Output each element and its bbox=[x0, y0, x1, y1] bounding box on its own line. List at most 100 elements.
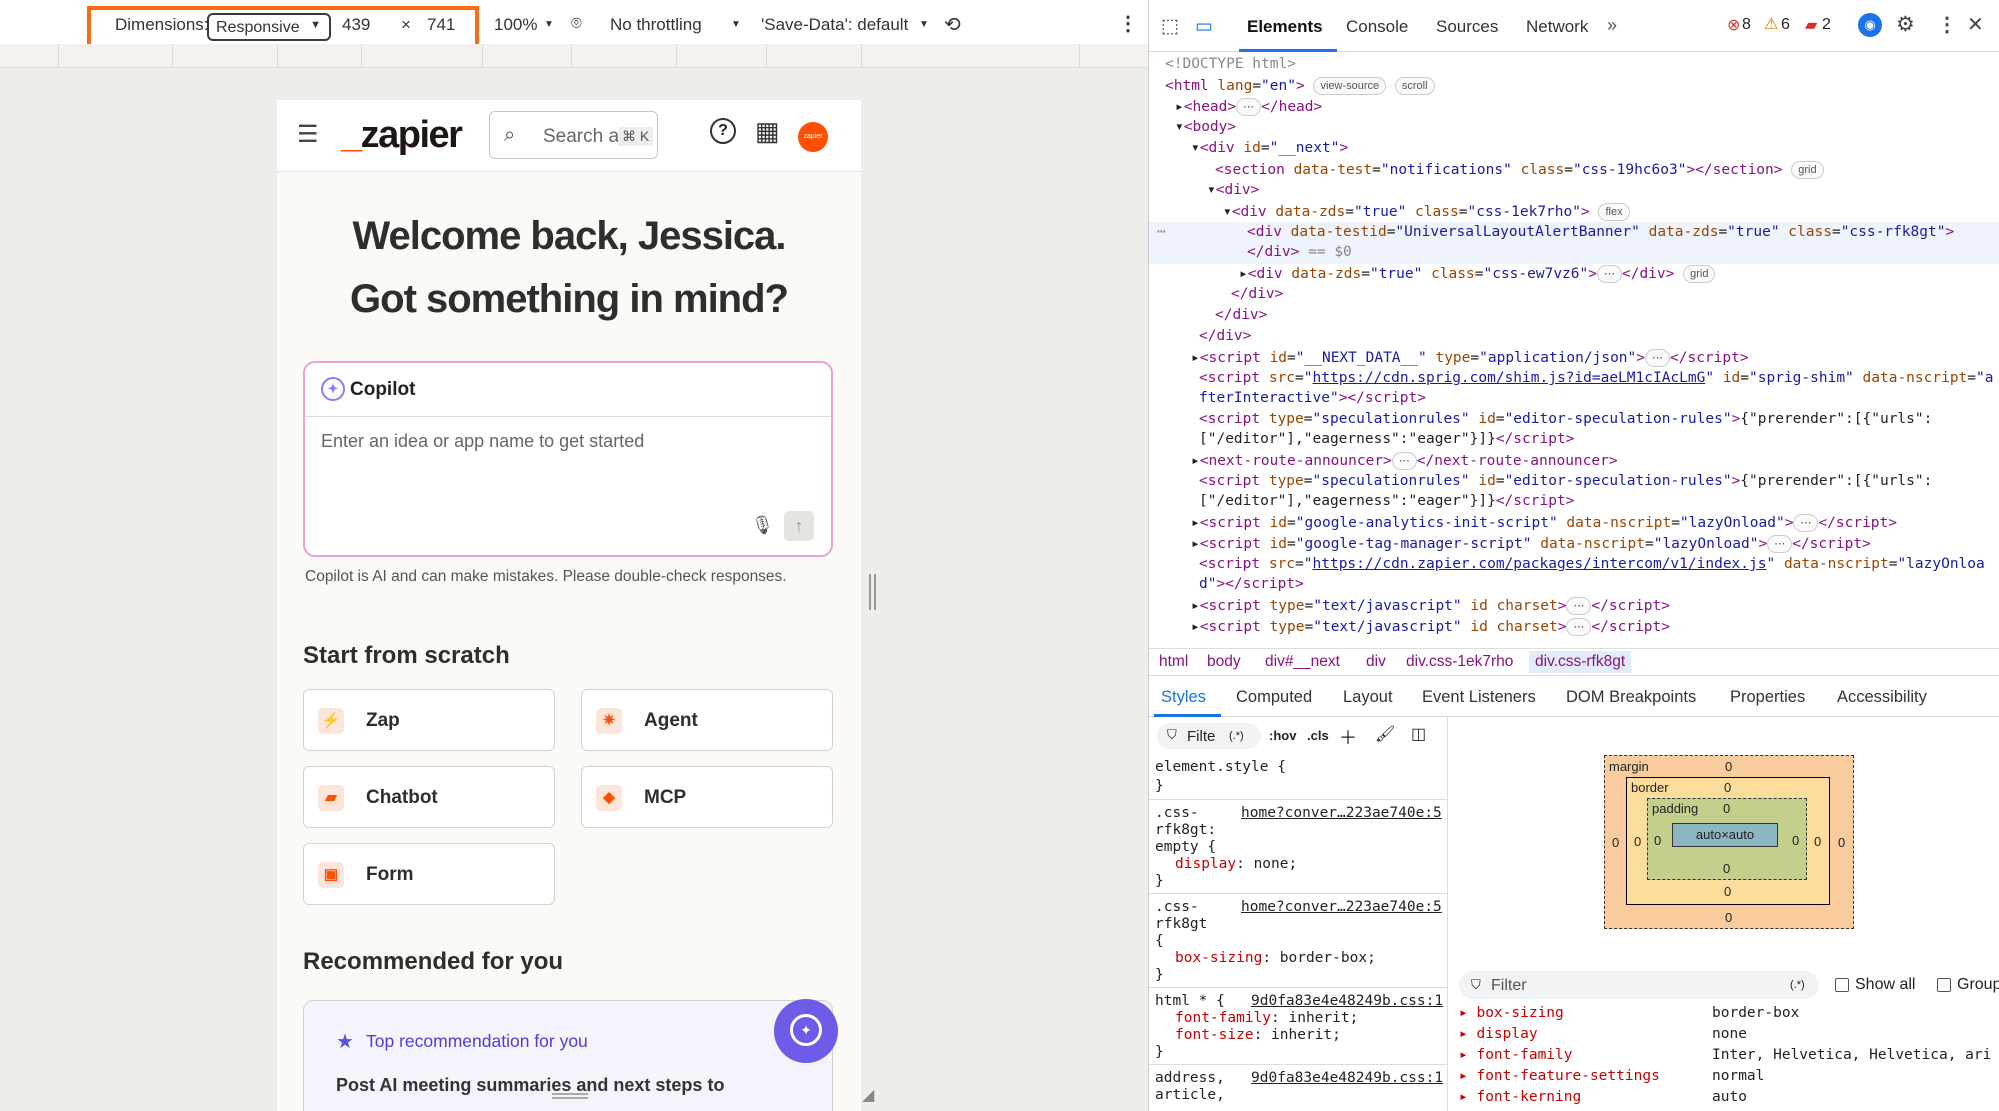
tab-elements[interactable]: Elements bbox=[1247, 17, 1323, 37]
warning-icon[interactable]: ⚠ bbox=[1764, 14, 1778, 34]
dom-line[interactable]: ▸<script type="text/javascript" id chars… bbox=[1191, 597, 1670, 615]
tab-accessibility[interactable]: Accessibility bbox=[1837, 688, 1927, 707]
avatar[interactable]: zapier bbox=[798, 122, 828, 152]
computed-prop-name[interactable]: ▸ display bbox=[1459, 1026, 1538, 1042]
paint-icon[interactable]: 🖌 bbox=[1375, 724, 1395, 744]
zapier-logo[interactable]: _zapier bbox=[341, 114, 463, 157]
issues-icon[interactable]: ▰ bbox=[1805, 15, 1817, 35]
tab-layout[interactable]: Layout bbox=[1343, 688, 1393, 707]
breadcrumb-item[interactable]: div bbox=[1366, 653, 1386, 671]
card-form[interactable]: ▣ Form bbox=[303, 843, 555, 905]
cls-toggle[interactable]: .cls bbox=[1307, 728, 1329, 743]
computed-prop-name[interactable]: ▸ font-family bbox=[1459, 1047, 1573, 1063]
tab-event-listeners[interactable]: Event Listeners bbox=[1422, 688, 1536, 707]
source-link[interactable]: 9d0fa83e4e48249b.css:1 bbox=[1251, 1070, 1443, 1086]
device-toolbar-icon[interactable]: ▭ bbox=[1195, 15, 1213, 38]
dom-line[interactable]: ▾<div data-zds="true" class="css-1ek7rho… bbox=[1223, 203, 1630, 221]
source-link[interactable]: home?conver…223ae740e:5 bbox=[1241, 899, 1442, 915]
computed-prop-name[interactable]: ▸ font-kerning bbox=[1459, 1089, 1581, 1105]
card-agent[interactable]: ✷ Agent bbox=[581, 689, 833, 751]
zoom-select[interactable]: 100% bbox=[494, 15, 537, 35]
tab-styles[interactable]: Styles bbox=[1161, 688, 1206, 707]
dom-line[interactable]: ▸<script id="google-analytics-init-scrip… bbox=[1191, 514, 1897, 532]
tab-computed[interactable]: Computed bbox=[1236, 688, 1312, 707]
breadcrumb-item[interactable]: body bbox=[1207, 653, 1241, 671]
computed-filter[interactable]: ⛉ Filter (.*) bbox=[1459, 971, 1819, 999]
dom-line[interactable]: ▾<div id="__next"> bbox=[1191, 140, 1348, 156]
capture-screenshot-icon[interactable]: ⌾ bbox=[571, 13, 582, 34]
extension-icon[interactable]: ◉ bbox=[1858, 13, 1882, 37]
dom-line[interactable]: d"></script> bbox=[1199, 576, 1304, 592]
tab-sources[interactable]: Sources bbox=[1436, 17, 1498, 37]
dom-line[interactable]: ▾<body> bbox=[1175, 119, 1236, 135]
dom-line[interactable]: ▸<script type="text/javascript" id chars… bbox=[1191, 618, 1670, 636]
close-icon[interactable]: ✕ bbox=[1967, 12, 1984, 37]
inspect-element-icon[interactable]: ⬚ bbox=[1161, 15, 1179, 38]
dom-line[interactable]: ["/editor"],"eagerness":"eager"}]}</scri… bbox=[1199, 493, 1574, 509]
chevron-down-icon[interactable]: ▼ bbox=[544, 19, 554, 30]
tab-properties[interactable]: Properties bbox=[1730, 688, 1805, 707]
dom-line[interactable]: <script type="speculationrules" id="edit… bbox=[1199, 473, 1932, 489]
dom-line[interactable]: <!DOCTYPE html> bbox=[1165, 56, 1296, 72]
throttling-select[interactable]: No throttling bbox=[610, 15, 702, 35]
dom-line[interactable]: ▸<head> ⋯ </head> bbox=[1175, 98, 1322, 116]
dom-line-selected[interactable]: </div> == $0 bbox=[1247, 244, 1352, 260]
breadcrumb-item[interactable]: div#__next bbox=[1265, 653, 1340, 671]
dom-line[interactable]: ▸<script id="google-tag-manager-script" … bbox=[1191, 535, 1871, 553]
search-box[interactable]: ⌕ Search ass ⌘ K bbox=[489, 111, 658, 159]
rotate-icon[interactable]: ⟲ bbox=[944, 12, 961, 37]
card-zap[interactable]: ⚡ Zap bbox=[303, 689, 555, 751]
dom-line[interactable]: </div> bbox=[1199, 328, 1251, 344]
resize-handle-right[interactable] bbox=[869, 574, 876, 610]
dom-line[interactable]: ▸<script id="__NEXT_DATA__" type="applic… bbox=[1191, 349, 1749, 367]
dom-line[interactable]: </div> bbox=[1231, 286, 1283, 302]
source-link[interactable]: 9d0fa83e4e48249b.css:1 bbox=[1251, 993, 1443, 1009]
send-arrow-icon[interactable]: ↑ bbox=[784, 511, 814, 541]
dom-line[interactable]: fterInteractive"></script> bbox=[1199, 390, 1426, 406]
dom-line[interactable]: <html lang="en"> view-source scroll bbox=[1165, 77, 1435, 95]
chevron-down-icon[interactable]: ▼ bbox=[919, 19, 929, 30]
apps-grid-icon[interactable]: ▦ bbox=[755, 116, 780, 147]
dom-line-selected[interactable]: <div data-testid="UniversalLayoutAlertBa… bbox=[1247, 224, 1954, 240]
error-icon[interactable]: ⊗ bbox=[1727, 15, 1740, 35]
hamburger-menu-icon[interactable]: ☰ bbox=[297, 120, 319, 149]
ellipsis-icon[interactable]: ⋯ bbox=[1157, 224, 1166, 240]
dom-line[interactable]: <script src="https://cdn.sprig.com/shim.… bbox=[1199, 370, 1994, 386]
styles-filter[interactable]: ⛉ Filte (.*) bbox=[1157, 723, 1261, 749]
tab-dom-breakpoints[interactable]: DOM Breakpoints bbox=[1566, 688, 1696, 707]
computed-prop-name[interactable]: ▸ font-feature-settings bbox=[1459, 1068, 1660, 1084]
copilot-input[interactable]: Enter an idea or app name to get started bbox=[321, 431, 644, 452]
hov-toggle[interactable]: :hov bbox=[1269, 728, 1296, 743]
more-tabs-icon[interactable]: » bbox=[1607, 15, 1617, 36]
tab-network[interactable]: Network bbox=[1526, 17, 1588, 37]
chevron-down-icon[interactable]: ▼ bbox=[731, 19, 741, 30]
breadcrumb-item[interactable]: html bbox=[1159, 653, 1188, 671]
add-rule-icon[interactable]: ＋ bbox=[1339, 724, 1357, 750]
dom-line[interactable]: ▾<div> bbox=[1207, 182, 1259, 198]
microphone-icon[interactable]: 🎙 bbox=[751, 515, 774, 536]
sidebar-toggle-icon[interactable]: ◫ bbox=[1411, 724, 1426, 744]
more-options-icon[interactable]: ⋮ bbox=[1118, 11, 1138, 36]
help-icon[interactable]: ? bbox=[710, 118, 736, 144]
card-mcp[interactable]: ◆ MCP bbox=[581, 766, 833, 828]
resize-handle-bottom[interactable] bbox=[552, 1093, 588, 1099]
dom-line[interactable]: <script src="https://cdn.zapier.com/pack… bbox=[1199, 556, 1985, 572]
tab-console[interactable]: Console bbox=[1346, 17, 1408, 37]
dom-line[interactable]: ▸<div data-zds="true" class="css-ew7vz6"… bbox=[1239, 265, 1716, 283]
dom-line[interactable]: </div> bbox=[1215, 307, 1267, 323]
copilot-fab-button[interactable]: ✦ bbox=[774, 999, 838, 1063]
resize-corner-icon[interactable]: ◢ bbox=[862, 1085, 874, 1105]
source-link[interactable]: home?conver…223ae740e:5 bbox=[1241, 805, 1442, 821]
show-all-checkbox[interactable] bbox=[1835, 978, 1849, 992]
breadcrumb-item-selected[interactable]: div.css-rfk8gt bbox=[1529, 651, 1632, 673]
save-data-select[interactable]: 'Save-Data': default bbox=[761, 15, 908, 35]
group-checkbox[interactable] bbox=[1937, 978, 1951, 992]
dom-line[interactable]: <script type="speculationrules" id="edit… bbox=[1199, 411, 1932, 427]
computed-prop-name[interactable]: ▸ box-sizing bbox=[1459, 1005, 1564, 1021]
dom-line[interactable]: ["/editor"],"eagerness":"eager"}]}</scri… bbox=[1199, 431, 1574, 447]
more-options-icon[interactable]: ⋮ bbox=[1937, 12, 1957, 37]
dom-line[interactable]: ▸<next-route-announcer> ⋯ </next-route-ann… bbox=[1191, 452, 1618, 470]
settings-gear-icon[interactable]: ⚙ bbox=[1896, 12, 1915, 37]
breadcrumb-item[interactable]: div.css-1ek7rho bbox=[1406, 653, 1513, 671]
card-chatbot[interactable]: ▰ Chatbot bbox=[303, 766, 555, 828]
